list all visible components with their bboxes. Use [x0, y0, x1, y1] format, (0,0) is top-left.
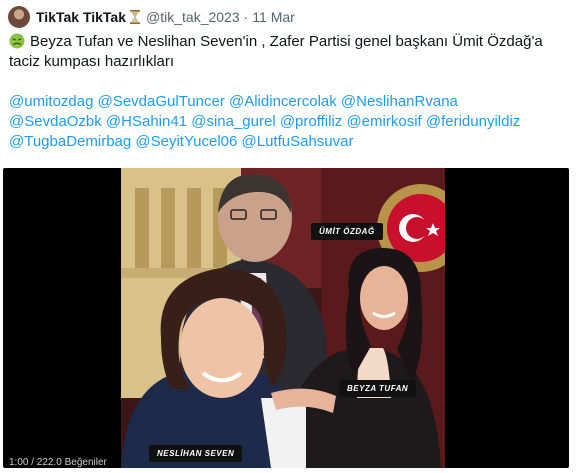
- tweet-line-2: taciz kumpası hazırlıkları: [9, 53, 175, 70]
- label-neslihan-seven: NESLİHAN SEVEN: [149, 445, 243, 462]
- label-beyza-tufan: BEYZA TUFAN: [339, 380, 417, 397]
- tweet-line-1-text: Beyza Tufan ve Neslihan Seven'in , Zafer…: [30, 33, 543, 50]
- label-umit-ozdag: ÜMİT ÖZDAĞ: [311, 223, 383, 240]
- tweet-text: Beyza Tufan ve Neslihan Seven'in , Zafer…: [9, 32, 569, 152]
- timestamp[interactable]: 11 Mar: [252, 9, 295, 25]
- hourglass-icon: [130, 10, 141, 24]
- video-time-overlay: 1:00 / 222.0 Beğeniler: [9, 457, 107, 468]
- mentions-line-3[interactable]: @TugbaDemirbag @SeyitYucel06 @LutfuSahsu…: [9, 132, 569, 152]
- mentions-line-2[interactable]: @SevdaOzbk @HSahin41 @sina_gurel @proffi…: [9, 112, 569, 132]
- video-media[interactable]: ÜMİT ÖZDAĞ BEYZA TUFAN NESLİHAN SEVEN 1:…: [3, 168, 569, 468]
- avatar[interactable]: [8, 6, 30, 28]
- tweet-line-1: Beyza Tufan ve Neslihan Seven'in , Zafer…: [9, 32, 569, 52]
- tweet-header: TikTak TikTak @tik_tak_2023 · 11 Mar: [36, 7, 295, 27]
- separator: ·: [243, 9, 249, 25]
- nauseated-face-emoji-icon: [9, 33, 25, 49]
- mentions-line-1[interactable]: @umitozdag @SevdaGulTuncer @Alidincercol…: [9, 92, 569, 112]
- handle[interactable]: @tik_tak_2023: [146, 9, 240, 25]
- video-frame-image: ÜMİT ÖZDAĞ BEYZA TUFAN NESLİHAN SEVEN: [121, 168, 445, 468]
- display-name[interactable]: TikTak TikTak: [36, 9, 126, 25]
